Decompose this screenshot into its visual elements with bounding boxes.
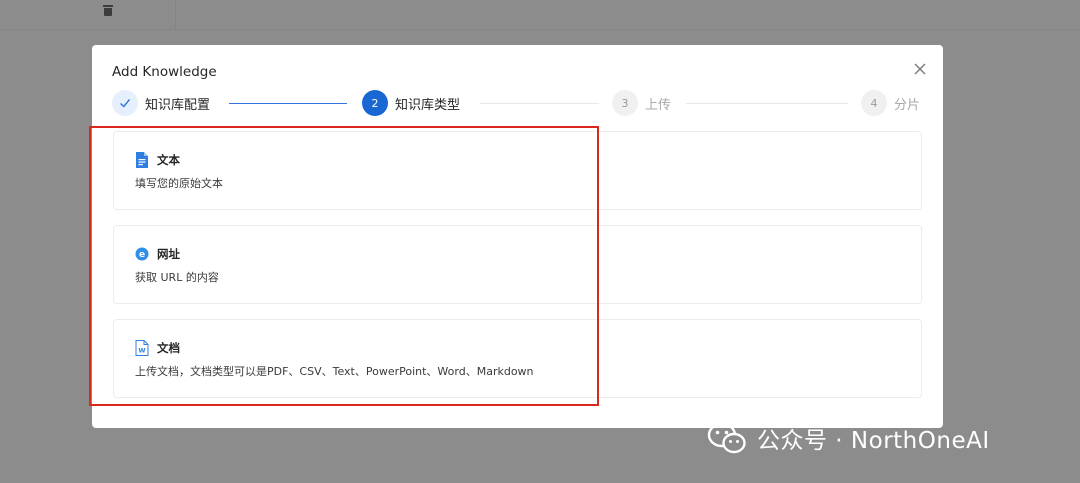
step-knowledge-type[interactable]: 2 知识库类型 [362,90,460,116]
step-connector-3 [686,103,848,104]
step-4-label: 分片 [894,97,921,113]
step-3-circle: 3 [612,90,638,116]
option-document-description: 上传文档，文档类型可以是PDF、CSV、Text、PowerPoint、Word… [135,365,534,378]
step-4-circle: 4 [861,90,887,116]
wechat-icon [707,422,746,454]
step-connector-2 [480,103,599,104]
background-divider [175,0,176,30]
word-document-icon: W [135,340,149,356]
step-chunking[interactable]: 4 分片 [861,90,920,116]
svg-text:e: e [139,250,145,260]
web-link-icon: e [135,247,149,261]
watermark: 公众号 · NorthOneAI [707,420,990,456]
step-knowledge-config[interactable]: 知识库配置 [112,90,210,116]
check-icon [120,99,131,108]
step-1-label: 知识库配置 [145,97,211,113]
background-toolbar [0,0,1080,30]
step-connector-1 [229,103,347,104]
step-1-circle [112,90,138,116]
step-2-label: 知识库类型 [395,97,461,113]
step-3-label: 上传 [645,97,672,113]
option-card-url[interactable]: e 网址 获取 URL 的内容 [113,225,922,304]
step-2-circle: 2 [362,90,388,116]
option-card-text[interactable]: 文本 填写您的原始文本 [113,131,922,210]
option-card-document[interactable]: W 文档 上传文档，文档类型可以是PDF、CSV、Text、PowerPoint… [113,319,922,398]
close-icon [914,63,926,75]
option-url-title: 网址 [157,247,180,261]
text-file-icon [136,152,148,168]
svg-text:W: W [138,347,145,355]
watermark-text: 公众号 · NorthOneAI [757,428,990,454]
add-knowledge-dialog: Add Knowledge 知识库配置 2 知识库类型 3 上传 4 分片 文本… [92,45,943,428]
option-url-description: 获取 URL 的内容 [135,271,219,284]
step-upload[interactable]: 3 上传 [612,90,671,116]
close-button[interactable] [911,60,929,78]
option-text-title: 文本 [157,153,180,167]
option-document-title: 文档 [157,341,180,355]
trash-icon [103,5,113,17]
option-text-description: 填写您的原始文本 [135,177,223,190]
dialog-title: Add Knowledge [112,64,217,80]
